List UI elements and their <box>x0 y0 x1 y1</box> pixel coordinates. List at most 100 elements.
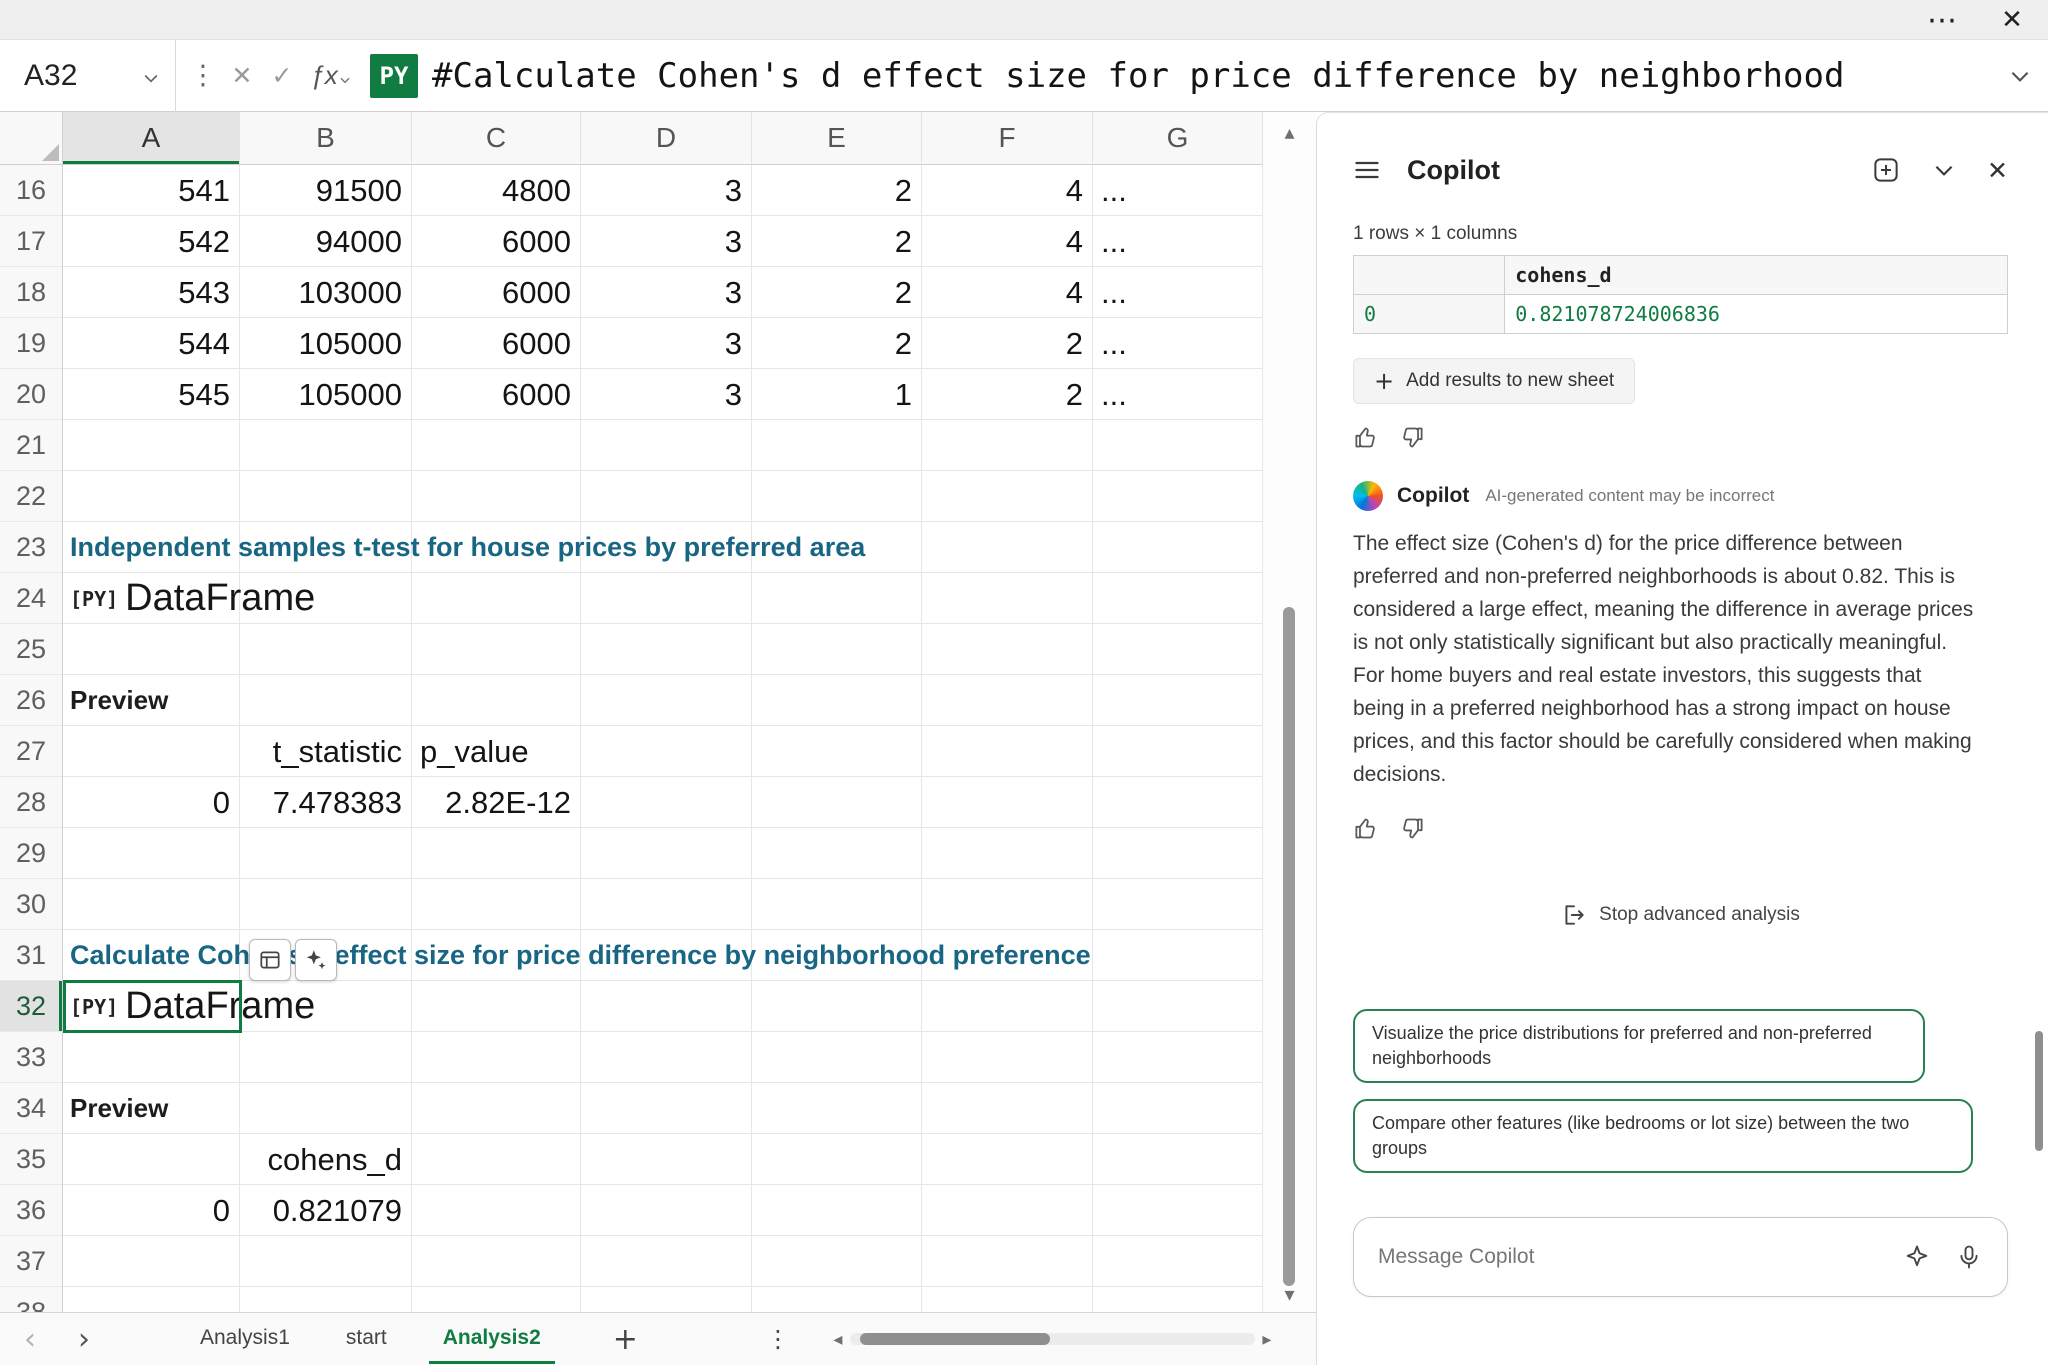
cell-B35[interactable]: cohens_d <box>240 1134 412 1185</box>
row-header-28[interactable]: 28 <box>0 777 62 828</box>
panel-scrollbar-thumb[interactable] <box>2035 1031 2043 1151</box>
suggestion-compare-features[interactable]: Compare other features (like bedrooms or… <box>1353 1099 1973 1173</box>
cell-B16[interactable]: 91500 <box>240 165 412 216</box>
cell-F17[interactable]: 4 <box>922 216 1093 267</box>
horizontal-scrollbar-track[interactable] <box>850 1333 1255 1345</box>
horizontal-scrollbar[interactable]: ◂ ▸ <box>828 1329 1277 1350</box>
cell-D20[interactable]: 3 <box>581 369 752 420</box>
collapse-panel-chevron-icon[interactable] <box>1931 157 1957 183</box>
column-header-F[interactable]: F <box>922 112 1093 165</box>
column-header-A[interactable]: A <box>63 112 240 165</box>
cell-A32-python-object[interactable]: [PY] DataFrame <box>63 981 315 1032</box>
vertical-scrollbar[interactable]: ▴ ▾ <box>1263 112 1316 1312</box>
cell-A23-heading[interactable]: Independent samples t-test for house pri… <box>63 522 865 573</box>
vertical-scrollbar-thumb[interactable] <box>1283 607 1295 1286</box>
row-header-30[interactable]: 30 <box>0 879 62 930</box>
thumbs-down-icon[interactable] <box>1398 424 1425 451</box>
grid-canvas[interactable]: 541 91500 4800 3 2 4 ... 542 94000 6000 … <box>63 165 1263 1312</box>
copilot-suggest-button[interactable] <box>295 939 337 981</box>
row-header-18[interactable]: 18 <box>0 267 62 318</box>
cell-A28[interactable]: 0 <box>63 777 240 828</box>
select-all-corner[interactable] <box>0 112 63 165</box>
microphone-icon[interactable] <box>1955 1243 1983 1271</box>
row-header-24[interactable]: 24 <box>0 573 62 624</box>
sheet-tab-start[interactable]: start <box>332 1314 401 1364</box>
row-header-20[interactable]: 20 <box>0 369 62 420</box>
new-chat-icon[interactable] <box>1871 155 1901 185</box>
cell-A17[interactable]: 542 <box>63 216 240 267</box>
copilot-sparkle-icon[interactable] <box>1903 1243 1931 1271</box>
row-header-17[interactable]: 17 <box>0 216 62 267</box>
row-header-25[interactable]: 25 <box>0 624 62 675</box>
cell-G17[interactable]: ... <box>1093 216 1263 267</box>
cancel-entry-icon[interactable]: ✕ <box>224 40 260 112</box>
cell-C16[interactable]: 4800 <box>412 165 581 216</box>
scroll-up-icon[interactable]: ▴ <box>1263 120 1316 144</box>
cell-B19[interactable]: 105000 <box>240 318 412 369</box>
cell-C18[interactable]: 6000 <box>412 267 581 318</box>
formula-input[interactable]: #Calculate Cohen's d effect size for pri… <box>432 56 1992 96</box>
cell-C17[interactable]: 6000 <box>412 216 581 267</box>
cell-A31-heading[interactable]: Calculate Cohen's d effect size for pric… <box>63 930 1091 981</box>
cell-G18[interactable]: ... <box>1093 267 1263 318</box>
suggestion-visualize-distributions[interactable]: Visualize the price distributions for pr… <box>1353 1009 1925 1083</box>
cell-E20[interactable]: 1 <box>752 369 922 420</box>
row-header-38[interactable]: 38 <box>0 1287 62 1312</box>
horizontal-scrollbar-thumb[interactable] <box>860 1333 1050 1345</box>
cell-B20[interactable]: 105000 <box>240 369 412 420</box>
cell-E17[interactable]: 2 <box>752 216 922 267</box>
scroll-right-icon[interactable]: ▸ <box>1257 1329 1277 1350</box>
cell-A20[interactable]: 545 <box>63 369 240 420</box>
cell-E16[interactable]: 2 <box>752 165 922 216</box>
close-panel-icon[interactable]: ✕ <box>1987 156 2008 185</box>
message-input[interactable] <box>1378 1245 1879 1269</box>
cell-A24-python-object[interactable]: [PY] DataFrame <box>63 573 315 624</box>
name-box[interactable]: A32 <box>0 40 176 112</box>
sheet-tab-analysis2[interactable]: Analysis2 <box>429 1314 555 1364</box>
cell-A18[interactable]: 543 <box>63 267 240 318</box>
cell-D16[interactable]: 3 <box>581 165 752 216</box>
cell-A36[interactable]: 0 <box>63 1185 240 1236</box>
row-header-21[interactable]: 21 <box>0 420 62 471</box>
cell-G16[interactable]: ... <box>1093 165 1263 216</box>
formula-options-kebab-icon[interactable]: ⋮ <box>186 40 220 112</box>
cell-B27[interactable]: t_statistic <box>240 726 412 777</box>
row-header-34[interactable]: 34 <box>0 1083 62 1134</box>
cell-F19[interactable]: 2 <box>922 318 1093 369</box>
row-header-31[interactable]: 31 <box>0 930 62 981</box>
cell-B36[interactable]: 0.821079 <box>240 1185 412 1236</box>
thumbs-down-icon[interactable] <box>1398 815 1425 842</box>
cell-G19[interactable]: ... <box>1093 318 1263 369</box>
window-close-icon[interactable]: ✕ <box>1984 0 2040 40</box>
cell-C28[interactable]: 2.82E-12 <box>412 777 581 828</box>
cell-F16[interactable]: 4 <box>922 165 1093 216</box>
chevron-down-icon[interactable] <box>141 68 161 88</box>
cell-E18[interactable]: 2 <box>752 267 922 318</box>
stop-advanced-analysis-button[interactable]: Stop advanced analysis <box>1353 902 2008 928</box>
cell-E19[interactable]: 2 <box>752 318 922 369</box>
row-header-35[interactable]: 35 <box>0 1134 62 1185</box>
column-header-D[interactable]: D <box>581 112 752 165</box>
add-results-button[interactable]: + Add results to new sheet <box>1353 358 1635 404</box>
cell-B17[interactable]: 94000 <box>240 216 412 267</box>
cell-B18[interactable]: 103000 <box>240 267 412 318</box>
scroll-down-icon[interactable]: ▾ <box>1263 1282 1316 1306</box>
row-header-37[interactable]: 37 <box>0 1236 62 1287</box>
scroll-left-icon[interactable]: ◂ <box>828 1329 848 1350</box>
column-header-B[interactable]: B <box>240 112 412 165</box>
cell-D18[interactable]: 3 <box>581 267 752 318</box>
sheet-options-kebab-icon[interactable]: ⋮ <box>766 1325 790 1353</box>
row-header-27[interactable]: 27 <box>0 726 62 777</box>
cell-F18[interactable]: 4 <box>922 267 1093 318</box>
cell-C20[interactable]: 6000 <box>412 369 581 420</box>
row-header-29[interactable]: 29 <box>0 828 62 879</box>
add-sheet-button[interactable]: + <box>613 1322 638 1357</box>
cell-A26-preview-label[interactable]: Preview <box>63 675 168 726</box>
row-header-32[interactable]: 32 <box>0 981 62 1032</box>
cell-A19[interactable]: 544 <box>63 318 240 369</box>
thumbs-up-icon[interactable] <box>1353 424 1380 451</box>
insert-function-icon[interactable]: ƒx <box>308 40 354 112</box>
cell-A34-preview-label[interactable]: Preview <box>63 1083 168 1134</box>
window-more-icon[interactable]: ⋯ <box>1916 0 1968 40</box>
confirm-entry-icon[interactable]: ✓ <box>264 40 300 112</box>
